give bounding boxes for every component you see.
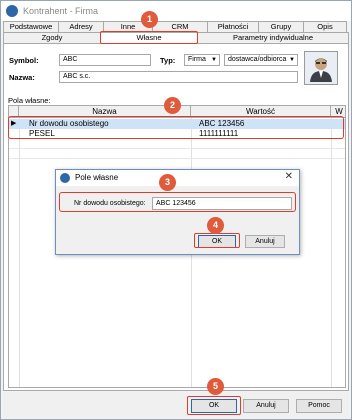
app-icon [6,5,18,17]
symbol-label: Symbol: [9,56,39,65]
step-badge-5: 5 [207,378,224,395]
tab-grupy[interactable]: Grupy [258,21,304,32]
nazwa-field[interactable]: ABC s.c. [59,71,298,83]
nazwa-label: Nazwa: [9,73,35,82]
step-badge-1: 1 [141,11,158,28]
typ-label: Typ: [160,56,176,65]
grid-divider [9,148,345,149]
highlight-dialog-ok [194,233,240,248]
avatar[interactable] [304,51,338,85]
highlight-dialog-field [59,192,296,212]
close-icon[interactable]: ✕ [285,171,293,182]
highlight-footer-ok [187,396,241,415]
role-select[interactable]: dostawca/odbiorca ▼ [224,54,298,66]
cancel-button[interactable]: Anuluj [243,399,289,413]
title-bar: Kontrahent - Firma [1,1,351,21]
grid-divider [9,158,345,159]
highlight-grid-rows [8,116,344,139]
tab-adresy[interactable]: Adresy [58,21,104,32]
dialog-title: Pole własne [75,173,119,182]
tab-zgody[interactable]: Zgody [3,32,101,43]
person-icon [310,58,332,82]
step-badge-4: 4 [207,217,224,234]
grid-label: Pola własne: [8,96,51,105]
help-button[interactable]: Pomoc [296,399,342,413]
window-title: Kontrahent - Firma [23,6,99,16]
tab-parametry-indywidualne[interactable]: Parametry indywidualne [197,32,349,43]
pole-wlasne-dialog: Pole własne ✕ Nr dowodu osobistego: ABC … [55,169,300,255]
step-badge-2: 2 [164,97,181,114]
app-icon [60,173,70,183]
tab-platnosci[interactable]: Płatności [207,21,259,32]
typ-select[interactable]: Firma ▼ [184,54,220,66]
role-select-value: dostawca/odbiorca [228,56,287,63]
highlight-tab-wlasne [100,31,198,44]
typ-select-value: Firma [188,56,206,63]
step-badge-3: 3 [159,174,176,191]
symbol-field[interactable]: ABC [59,54,151,66]
dialog-cancel-button[interactable]: Anuluj [245,235,285,248]
chevron-down-icon: ▼ [211,57,217,63]
chevron-down-icon: ▼ [289,57,295,63]
tab-opis[interactable]: Opis [303,21,347,32]
kontrahent-window: Kontrahent - Firma Podstawowe Adresy Inn… [0,0,352,420]
tab-podstawowe[interactable]: Podstawowe [3,21,59,32]
dialog-title-bar: Pole własne ✕ [56,170,299,186]
